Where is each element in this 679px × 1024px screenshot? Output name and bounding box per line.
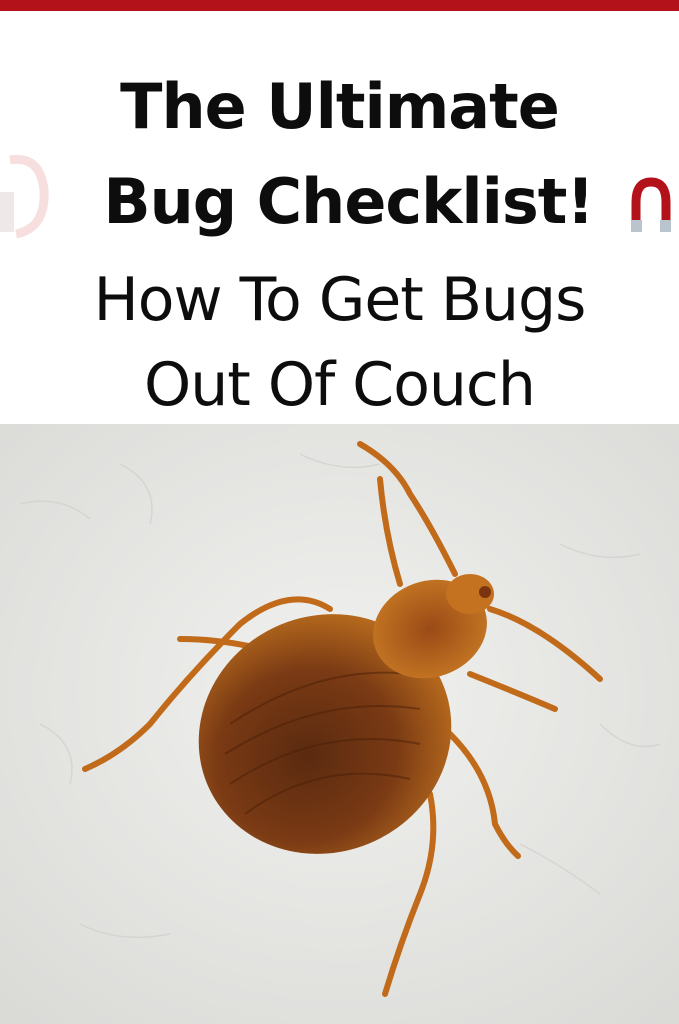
page-title-line-2: Bug Checklist! [103,165,594,238]
bed-bug-photo [0,424,679,1024]
subtitle-line-1: How To Get Bugs [93,265,587,335]
subtitle-line-2: Out Of Couch [144,350,536,420]
magnet-icon [628,176,674,240]
page-title-line-1: The Ultimate [120,70,560,143]
top-accent-bar [0,0,679,11]
